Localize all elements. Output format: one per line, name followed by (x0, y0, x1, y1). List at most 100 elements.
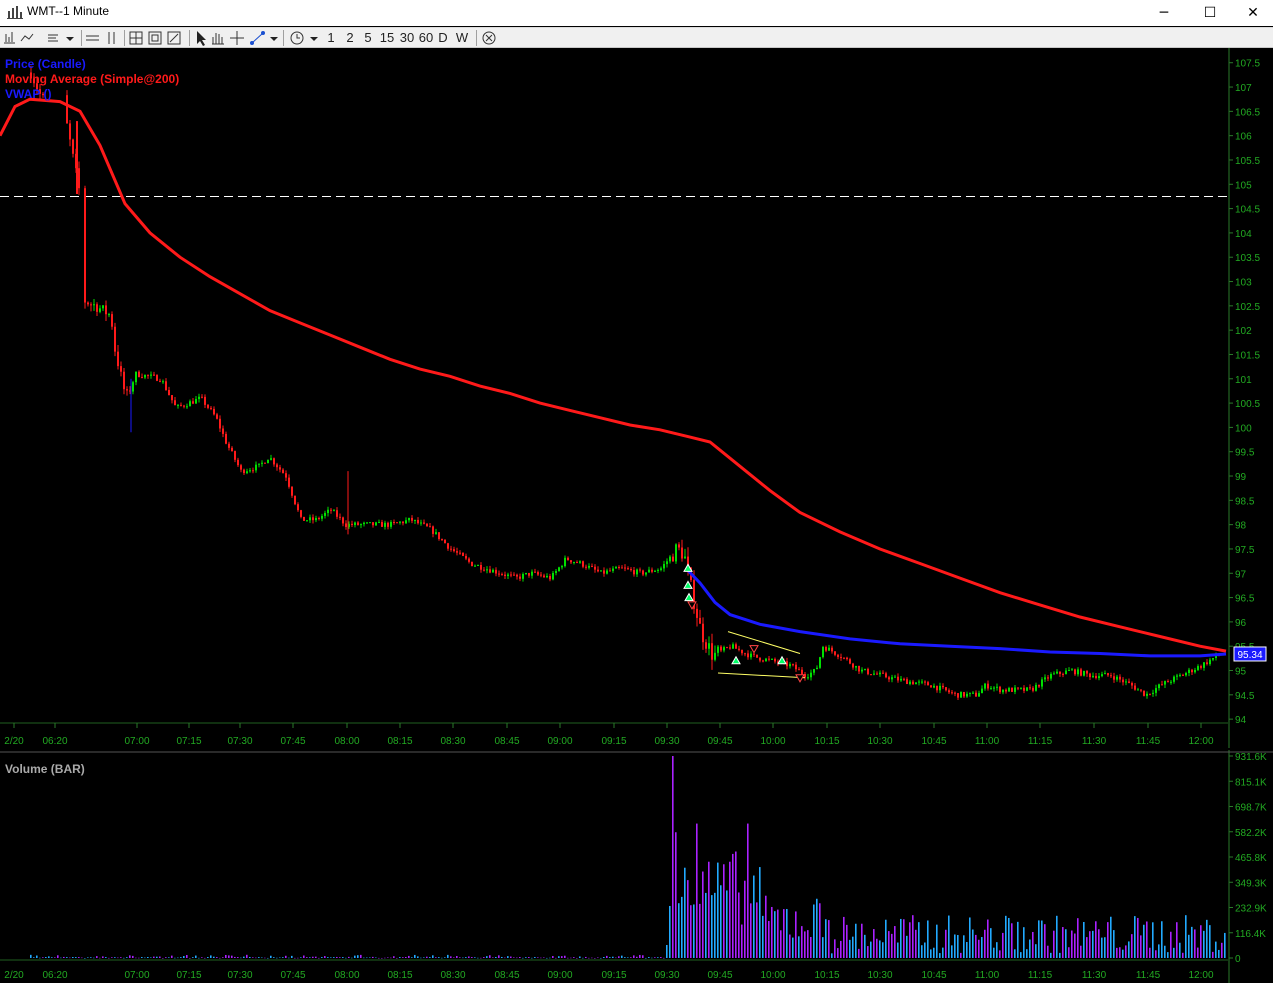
candle-up[interactable] (135, 371, 137, 386)
candle-down[interactable] (1206, 659, 1208, 666)
candle-down[interactable] (711, 633, 713, 670)
candle-down[interactable] (1086, 670, 1088, 677)
candle-down[interactable] (567, 556, 569, 561)
candle-up[interactable] (750, 651, 752, 660)
candle-down[interactable] (528, 572, 530, 578)
candle-up[interactable] (894, 674, 896, 678)
candle-down[interactable] (318, 516, 320, 521)
candle-down[interactable] (1107, 672, 1109, 677)
candle-down[interactable] (216, 412, 218, 420)
candle-down[interactable] (264, 462, 266, 464)
candle-up[interactable] (378, 519, 380, 524)
candle-down[interactable] (96, 302, 98, 316)
candle-down[interactable] (963, 691, 965, 699)
candle-up[interactable] (1170, 680, 1172, 685)
candle-down[interactable] (885, 671, 887, 679)
candle-down[interactable] (804, 672, 806, 681)
candle-up[interactable] (996, 683, 998, 691)
candle-up[interactable] (522, 572, 524, 582)
candle-down[interactable] (849, 657, 851, 665)
candle-down[interactable] (432, 525, 434, 538)
candle-down[interactable] (72, 138, 74, 158)
candle-down[interactable] (1017, 687, 1019, 691)
candle-up[interactable] (1146, 691, 1148, 699)
dropdown-icon[interactable] (310, 37, 318, 41)
candle-up[interactable] (1098, 672, 1100, 681)
candle-up[interactable] (1101, 671, 1103, 678)
candle-down[interactable] (279, 464, 281, 473)
candle-up[interactable] (1164, 680, 1166, 688)
candle-up[interactable] (1065, 667, 1067, 675)
candle-up[interactable] (1173, 675, 1175, 684)
candle-up[interactable] (150, 371, 152, 379)
candle-up[interactable] (675, 543, 677, 564)
candle-up[interactable] (309, 514, 311, 523)
candle-up[interactable] (1068, 667, 1070, 672)
candle-down[interactable] (549, 573, 551, 582)
candle-down[interactable] (231, 446, 233, 452)
candle-down[interactable] (90, 302, 92, 312)
candle-up[interactable] (891, 674, 893, 683)
candle-down[interactable] (768, 656, 770, 662)
candle-down[interactable] (621, 565, 623, 569)
candle-up[interactable] (1008, 686, 1010, 692)
candle-down[interactable] (447, 542, 449, 551)
candle-down[interactable] (345, 520, 347, 530)
zoom-fit-icon[interactable] (167, 31, 181, 45)
candle-down[interactable] (618, 565, 620, 570)
candle-down[interactable] (699, 609, 701, 624)
candle-down[interactable] (570, 560, 572, 564)
candle-down[interactable] (225, 431, 227, 445)
candle-down[interactable] (876, 671, 878, 675)
candle-up[interactable] (249, 467, 251, 473)
candle-down[interactable] (1128, 678, 1130, 684)
candle-down[interactable] (858, 665, 860, 675)
candle-up[interactable] (327, 506, 329, 517)
candle-down[interactable] (489, 565, 491, 574)
candle-down[interactable] (1062, 672, 1064, 678)
candle-down[interactable] (681, 539, 683, 562)
candle-up[interactable] (717, 644, 719, 657)
candle-down[interactable] (1047, 674, 1049, 682)
candle-down[interactable] (303, 516, 305, 521)
candle-down[interactable] (1167, 679, 1169, 683)
candle-down[interactable] (951, 690, 953, 695)
candle-down[interactable] (975, 690, 977, 697)
candle-down[interactable] (954, 691, 956, 697)
candle-down[interactable] (912, 679, 914, 685)
candle-down[interactable] (357, 521, 359, 526)
candle-up[interactable] (1035, 682, 1037, 692)
candle-down[interactable] (987, 680, 989, 691)
candle-down[interactable] (852, 662, 854, 670)
candle-up[interactable] (315, 515, 317, 523)
candle-up[interactable] (144, 374, 146, 380)
candle-down[interactable] (543, 573, 545, 578)
candle-down[interactable] (105, 300, 107, 321)
candle-down[interactable] (165, 378, 167, 391)
zoom-box-icon[interactable] (148, 31, 162, 45)
candle-down[interactable] (168, 386, 170, 396)
candle-down[interactable] (456, 547, 458, 556)
volume-pane[interactable] (30, 756, 1226, 959)
candle-up[interactable] (648, 566, 650, 573)
candle-up[interactable] (714, 645, 716, 662)
candle-up[interactable] (573, 561, 575, 565)
candle-up[interactable] (864, 668, 866, 671)
candle-down[interactable] (510, 571, 512, 578)
minimize-button[interactable]: ─ (1141, 0, 1187, 26)
candle-down[interactable] (411, 515, 413, 524)
candle-down[interactable] (1140, 689, 1142, 693)
candle-up[interactable] (270, 454, 272, 461)
candle-down[interactable] (402, 521, 404, 526)
candle-down[interactable] (417, 517, 419, 525)
candle-down[interactable] (1134, 682, 1136, 691)
candle-up[interactable] (1116, 674, 1118, 682)
candle-down[interactable] (423, 519, 425, 525)
hline-icon[interactable] (86, 35, 99, 41)
candle-up[interactable] (1071, 667, 1073, 671)
candle-up[interactable] (255, 461, 257, 473)
sell-signal-icon[interactable] (795, 674, 805, 683)
candle-down[interactable] (111, 311, 113, 330)
candle-down[interactable] (252, 467, 254, 474)
candle-up[interactable] (918, 679, 920, 686)
